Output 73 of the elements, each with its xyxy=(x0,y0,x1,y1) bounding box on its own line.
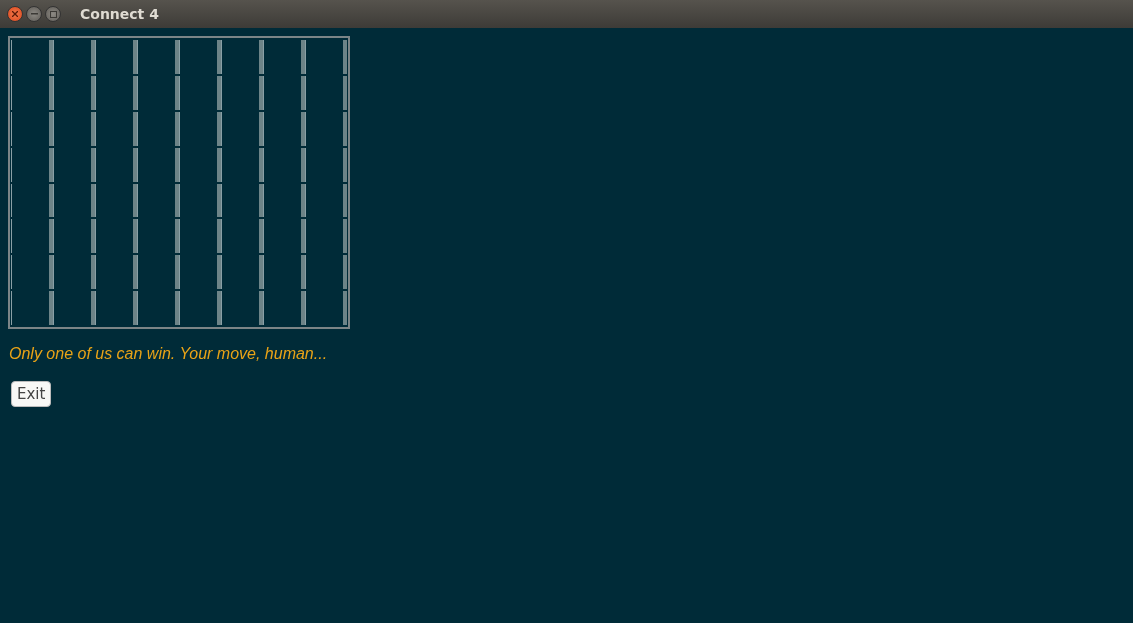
board-slot[interactable] xyxy=(305,255,347,290)
board-slot[interactable] xyxy=(137,40,179,74)
board-slot[interactable] xyxy=(53,147,95,182)
board-slot[interactable] xyxy=(221,291,263,325)
board-slot[interactable] xyxy=(95,183,137,218)
board-slot[interactable] xyxy=(179,40,221,74)
board-slot[interactable] xyxy=(53,219,95,254)
board-slot[interactable] xyxy=(95,147,137,182)
board-slot[interactable] xyxy=(11,40,53,74)
board-slot[interactable] xyxy=(11,183,53,218)
board-slot[interactable] xyxy=(305,40,347,74)
board-slot[interactable] xyxy=(221,147,263,182)
board-slot[interactable] xyxy=(11,75,53,110)
board-slot[interactable] xyxy=(11,219,53,254)
board-slot[interactable] xyxy=(11,147,53,182)
board-slot[interactable] xyxy=(53,291,95,325)
board-slot[interactable] xyxy=(263,75,305,110)
board-slot[interactable] xyxy=(137,147,179,182)
board-slot[interactable] xyxy=(221,255,263,290)
board-slot[interactable] xyxy=(263,147,305,182)
board-slot[interactable] xyxy=(179,75,221,110)
board-slot[interactable] xyxy=(137,219,179,254)
board-slot[interactable] xyxy=(95,255,137,290)
exit-button[interactable]: Exit xyxy=(11,381,52,407)
board-slot[interactable] xyxy=(179,255,221,290)
board-slot[interactable] xyxy=(305,75,347,110)
board-slot[interactable] xyxy=(305,147,347,182)
board-slot[interactable] xyxy=(95,111,137,146)
board-slot[interactable] xyxy=(179,147,221,182)
board-slot[interactable] xyxy=(137,291,179,325)
board-slot[interactable] xyxy=(53,75,95,110)
board-slot[interactable] xyxy=(53,111,95,146)
board-slot[interactable] xyxy=(263,40,305,74)
board-slot[interactable] xyxy=(179,219,221,254)
minimize-icon xyxy=(30,13,38,15)
board-slot[interactable] xyxy=(11,111,53,146)
board-slot[interactable] xyxy=(221,111,263,146)
board-slot[interactable] xyxy=(95,219,137,254)
board-slot[interactable] xyxy=(263,111,305,146)
maximize-icon xyxy=(49,10,57,18)
status-message: Only one of us can win. Your move, human... xyxy=(9,345,328,363)
board-slot[interactable] xyxy=(95,75,137,110)
board-slot[interactable] xyxy=(305,111,347,146)
close-button[interactable] xyxy=(7,6,23,22)
board-slot[interactable] xyxy=(95,40,137,74)
board-slot[interactable] xyxy=(53,255,95,290)
board-slot[interactable] xyxy=(305,183,347,218)
board-slot[interactable] xyxy=(263,183,305,218)
board-slot[interactable] xyxy=(263,255,305,290)
board-slot[interactable] xyxy=(179,111,221,146)
maximize-button[interactable] xyxy=(45,6,61,22)
board-slot[interactable] xyxy=(263,219,305,254)
board-slot[interactable] xyxy=(179,291,221,325)
window-title: Connect 4 xyxy=(80,6,159,22)
close-icon xyxy=(12,11,18,17)
board-slot[interactable] xyxy=(221,40,263,74)
board-slot[interactable] xyxy=(137,75,179,110)
board-slot[interactable] xyxy=(95,291,137,325)
board-slot[interactable] xyxy=(137,111,179,146)
board-slot[interactable] xyxy=(11,255,53,290)
board-slot[interactable] xyxy=(221,75,263,110)
board-slot[interactable] xyxy=(305,219,347,254)
board-slot[interactable] xyxy=(305,291,347,325)
board-slot[interactable] xyxy=(11,291,53,325)
board-slot[interactable] xyxy=(179,183,221,218)
board-slot[interactable] xyxy=(263,291,305,325)
board-slot[interactable] xyxy=(53,40,95,74)
board-slot[interactable] xyxy=(221,219,263,254)
board-slot[interactable] xyxy=(137,255,179,290)
minimize-button[interactable] xyxy=(26,6,42,22)
board-slot[interactable] xyxy=(53,183,95,218)
board-slot[interactable] xyxy=(137,183,179,218)
board-slot[interactable] xyxy=(221,183,263,218)
